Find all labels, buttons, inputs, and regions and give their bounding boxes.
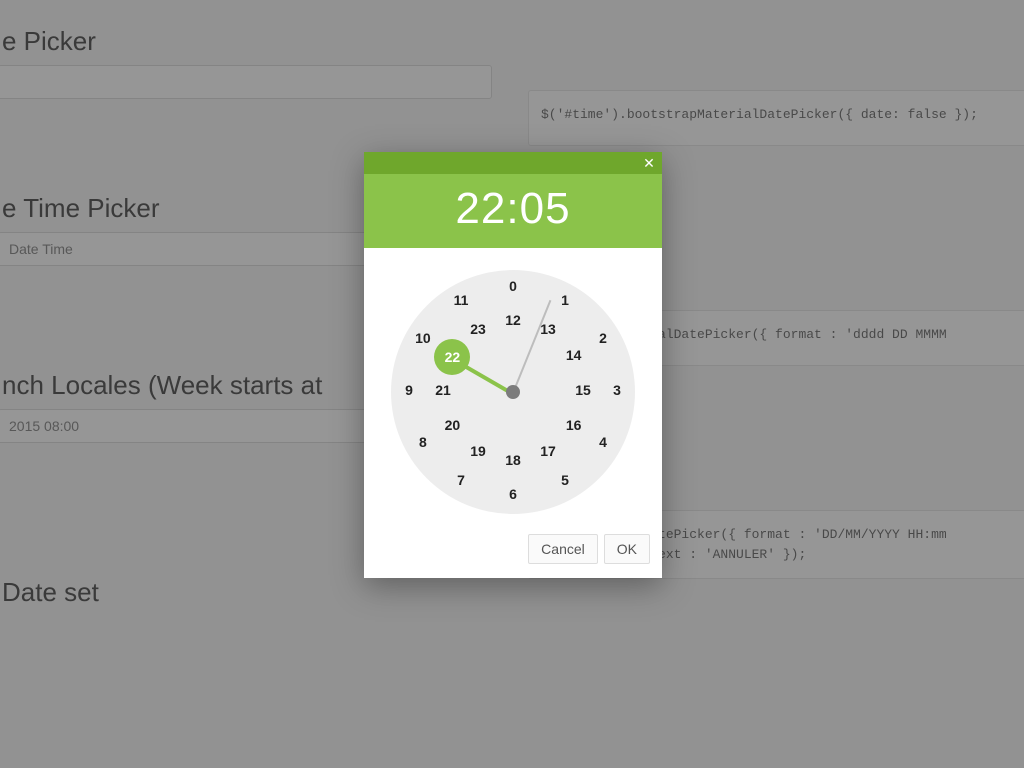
clock-hour-20[interactable]: 20 — [440, 417, 464, 437]
dialog-titlebar: ✕ — [364, 152, 662, 174]
clock-hour-23[interactable]: 23 — [466, 321, 490, 341]
clock-center-icon — [506, 385, 520, 399]
clock-hour-7[interactable]: 7 — [449, 472, 473, 492]
clock-hour-8[interactable]: 8 — [411, 434, 435, 454]
clock-hour-2[interactable]: 2 — [591, 330, 615, 350]
clock-hour-16[interactable]: 16 — [562, 417, 586, 437]
dialog-actions: Cancel OK — [364, 524, 662, 578]
time-separator: : — [506, 184, 519, 234]
clock-hour-11[interactable]: 11 — [449, 292, 473, 312]
cancel-button[interactable]: Cancel — [528, 534, 598, 564]
clock-selected-knob[interactable]: 22 — [434, 339, 470, 375]
clock-hour-15[interactable]: 15 — [571, 382, 595, 402]
clock-container: 0123456789101112131415161718192021222322 — [364, 248, 662, 524]
time-display: 22:05 — [364, 174, 662, 248]
clock-hour-9[interactable]: 9 — [397, 382, 421, 402]
time-picker-dialog: ✕ 22:05 01234567891011121314151617181920… — [364, 152, 662, 578]
clock-hour-10[interactable]: 10 — [411, 330, 435, 350]
clock-hour-3[interactable]: 3 — [605, 382, 629, 402]
clock-hour-0[interactable]: 0 — [501, 278, 525, 298]
minutes-display[interactable]: 05 — [520, 184, 571, 234]
clock-hour-13[interactable]: 13 — [536, 321, 560, 341]
clock-hour-5[interactable]: 5 — [553, 472, 577, 492]
clock-hour-14[interactable]: 14 — [562, 347, 586, 367]
close-icon[interactable]: ✕ — [640, 154, 658, 172]
clock-hour-17[interactable]: 17 — [536, 443, 560, 463]
clock-face[interactable]: 0123456789101112131415161718192021222322 — [391, 270, 635, 514]
clock-hour-4[interactable]: 4 — [591, 434, 615, 454]
clock-hour-18[interactable]: 18 — [501, 452, 525, 472]
clock-hour-1[interactable]: 1 — [553, 292, 577, 312]
clock-hour-6[interactable]: 6 — [501, 486, 525, 506]
hours-display[interactable]: 22 — [455, 184, 506, 234]
clock-hour-12[interactable]: 12 — [501, 312, 525, 332]
clock-hour-21[interactable]: 21 — [431, 382, 455, 402]
ok-button[interactable]: OK — [604, 534, 650, 564]
clock-hour-19[interactable]: 19 — [466, 443, 490, 463]
